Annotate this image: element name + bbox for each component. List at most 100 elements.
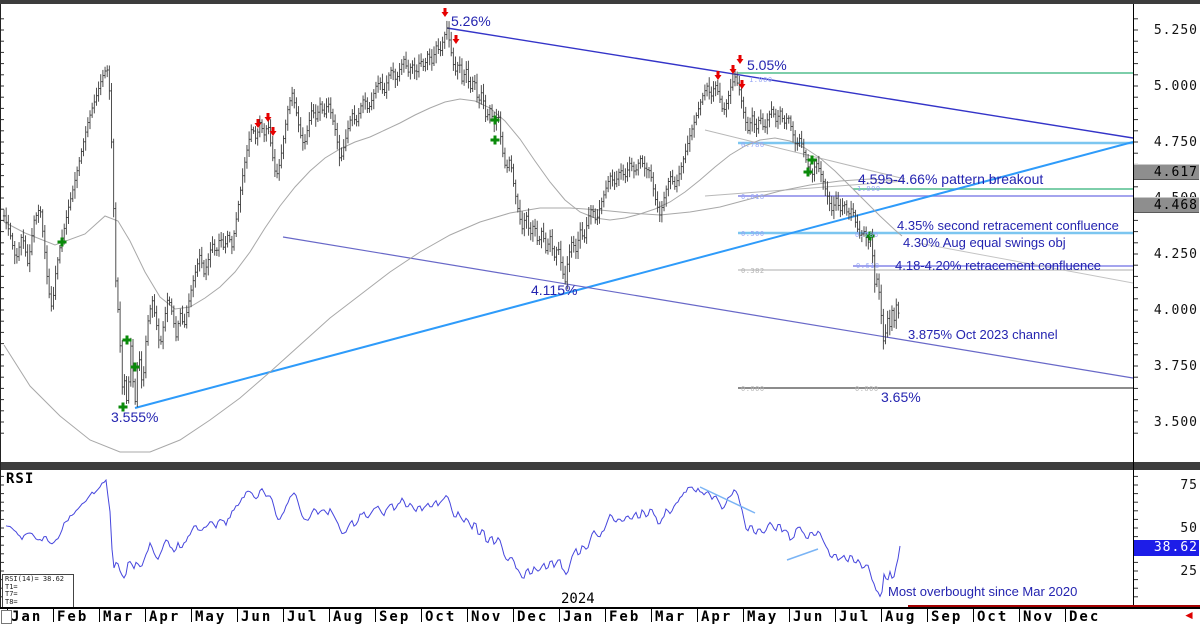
rsi-trendline[interactable]: [700, 487, 755, 513]
month-label: May: [747, 609, 778, 625]
annotation-label[interactable]: 5.05%: [747, 58, 787, 73]
annotation-label[interactable]: 3.555%: [111, 410, 158, 425]
rsi-line: [6, 480, 900, 596]
month-label: Feb: [57, 609, 88, 625]
panel-divider[interactable]: [0, 462, 1200, 470]
fib-level-label: 0.382: [741, 267, 765, 275]
rsi-legend-box[interactable]: RSI(14)= 38.62 T1= T7= T8=: [2, 574, 74, 608]
rsi-trendline[interactable]: [787, 549, 818, 560]
fib-level-label: 0.500: [741, 230, 765, 238]
month-tick: [835, 609, 836, 622]
buy-signal-marker-icon: [58, 238, 67, 247]
price-axis-label: 3.750: [1136, 359, 1198, 374]
future-date-marker: [908, 605, 1200, 607]
month-label: Nov: [471, 609, 502, 625]
price-alert-badge[interactable]: 4.468: [1134, 197, 1199, 213]
month-tick: [53, 609, 54, 622]
rsi-axis-label: 50: [1136, 521, 1198, 536]
month-label: Aug: [333, 609, 364, 625]
axis-checkbox[interactable]: [1, 610, 12, 624]
year-label: 2024: [561, 591, 595, 607]
fib-level-label: 0.618: [741, 193, 765, 201]
buy-signal-marker-icon: [123, 336, 132, 345]
month-label: Sep: [379, 609, 410, 625]
month-label: Oct: [977, 609, 1008, 625]
annotation-label[interactable]: 5.26%: [451, 14, 491, 29]
month-tick: [99, 609, 100, 622]
month-label: Oct: [425, 609, 456, 625]
rsi-study-title: RSI: [6, 471, 34, 487]
month-tick: [283, 609, 284, 622]
month-label: Sep: [931, 609, 962, 625]
annotation-label[interactable]: 4.30% Aug equal swings obj: [903, 236, 1066, 250]
sell-signal-arrow-icon: [442, 8, 449, 17]
fib-level-label: 0.618: [856, 262, 880, 270]
annotation-label[interactable]: 4.595-4.66% pattern breakout: [858, 172, 1043, 187]
month-tick: [559, 609, 560, 622]
month-label: Apr: [149, 609, 180, 625]
fib-level-label: 0.000: [855, 385, 879, 393]
plot-left-border: [0, 4, 1, 607]
annotation-label[interactable]: 4.35% second retracement confluence: [897, 219, 1119, 233]
month-label: Nov: [1023, 609, 1054, 625]
month-label: Jun: [793, 609, 824, 625]
oct-2023-descending-trendline[interactable]: [447, 28, 1133, 138]
month-label: Aug: [885, 609, 916, 625]
month-tick: [145, 609, 146, 622]
month-label: Mar: [103, 609, 134, 625]
price-axis-label: 4.250: [1136, 247, 1198, 262]
price-alert-badge[interactable]: 4.617: [1134, 164, 1199, 180]
scroll-left-arrow-icon[interactable]: ◄: [1183, 608, 1195, 622]
sell-signal-arrow-icon: [737, 55, 744, 64]
annotation-label[interactable]: 4.18-4.20% retracement confluence: [895, 259, 1101, 273]
month-tick: [467, 609, 468, 622]
chart-canvas[interactable]: [0, 0, 1200, 636]
cqg-chart-window: 5.26% 5.05% 4.595-4.66% pattern breakout 4.…: [0, 0, 1200, 636]
month-tick: [605, 609, 606, 622]
month-label: Apr: [701, 609, 732, 625]
annotation-label[interactable]: 3.65%: [881, 390, 921, 405]
month-label: Mar: [655, 609, 686, 625]
rsi-panel[interactable]: [6, 480, 900, 596]
month-tick: [881, 609, 882, 622]
month-tick: [1019, 609, 1020, 622]
month-tick: [421, 609, 422, 622]
month-label: May: [195, 609, 226, 625]
annotation-label[interactable]: 4.115%: [531, 283, 577, 298]
month-tick: [927, 609, 928, 622]
fib-level-label: 1.000: [857, 185, 881, 193]
fib-level-label: 0.786: [741, 141, 765, 149]
rsi-axis-label: 25: [1136, 564, 1198, 579]
month-tick: [697, 609, 698, 622]
price-axis-label: 4.000: [1136, 303, 1198, 318]
sell-signal-arrow-icon: [453, 35, 460, 44]
price-axis-label: 5.250: [1136, 23, 1198, 38]
annotation-label[interactable]: 3.875% Oct 2023 channel: [908, 328, 1058, 342]
buy-signal-marker-icon: [131, 363, 140, 372]
month-label: Feb: [609, 609, 640, 625]
rsi-legend-line: T8=: [5, 599, 71, 607]
axis-separator: [1133, 4, 1134, 607]
month-tick: [973, 609, 974, 622]
month-tick: [1065, 609, 1066, 622]
rsi-current-value-badge: 38.62: [1134, 540, 1199, 556]
month-tick: [651, 609, 652, 622]
month-label: Jul: [839, 609, 870, 625]
month-tick: [237, 609, 238, 622]
month-label: Dec: [517, 609, 548, 625]
month-label: Dec: [1069, 609, 1100, 625]
month-tick: [513, 609, 514, 622]
month-label: Jan: [11, 609, 42, 625]
buy-signal-marker-icon: [804, 168, 813, 177]
axis-ticks: [0, 19, 1138, 597]
month-tick: [375, 609, 376, 622]
price-axis-label: 5.000: [1136, 79, 1198, 94]
month-tick: [743, 609, 744, 622]
status-bar: CQG Inc. © 2024 All rights reserved worl…: [0, 625, 1200, 636]
fib-level-label: 1.000: [749, 76, 773, 84]
month-label: Jun: [241, 609, 272, 625]
month-tick: [789, 609, 790, 622]
fib-level-label: 0.786: [855, 231, 879, 239]
annotation-label[interactable]: Most overbought since Mar 2020: [888, 585, 1077, 599]
month-label: Jul: [287, 609, 318, 625]
